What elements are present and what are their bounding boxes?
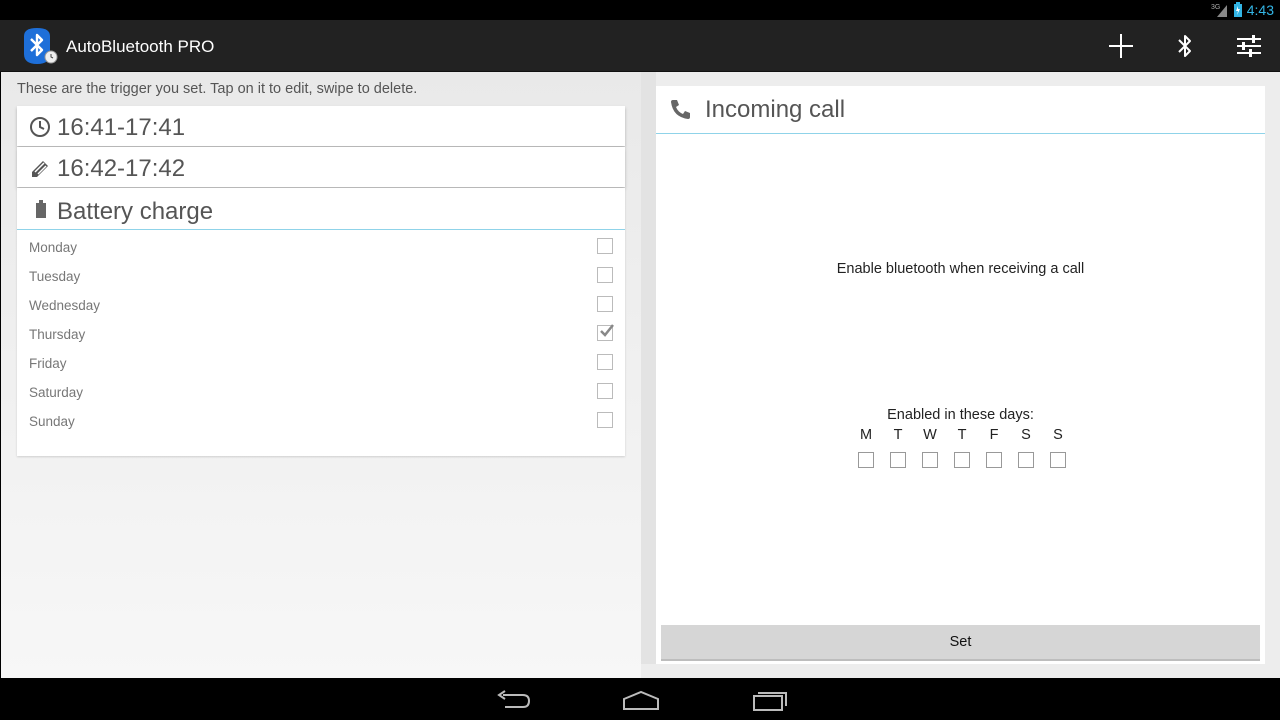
navigation-bar xyxy=(0,678,1280,720)
weekday-checkbox-tuesday[interactable] xyxy=(890,452,906,468)
signal-icon: 3G xyxy=(1211,4,1227,17)
battery-trigger-card[interactable]: Battery charge Monday Tuesday Wednesday … xyxy=(17,188,625,456)
add-icon xyxy=(1109,34,1133,58)
trigger-label: 16:41-17:41 xyxy=(57,114,186,141)
bluetooth-button[interactable] xyxy=(1169,30,1201,62)
battery-trigger-title: Battery charge xyxy=(57,198,214,225)
day-label: Monday xyxy=(29,240,78,255)
day-row-monday: Monday xyxy=(17,235,625,264)
weekday-checkbox-wednesday[interactable] xyxy=(922,452,938,468)
day-row-tuesday: Tuesday xyxy=(17,264,625,293)
day-row-friday: Friday xyxy=(17,351,625,380)
battery-icon xyxy=(36,200,46,218)
content: These are the trigger you set. Tap on it… xyxy=(1,72,1280,678)
day-checkbox[interactable] xyxy=(597,354,613,370)
enabled-days-label: Enabled in these days: xyxy=(887,407,1034,423)
day-checkbox[interactable] xyxy=(597,296,613,312)
day-checkbox[interactable] xyxy=(597,383,613,399)
back-icon[interactable] xyxy=(493,688,533,712)
trigger-detail-header: Incoming call xyxy=(656,86,1265,134)
weekday-letter: M xyxy=(859,427,873,443)
day-label: Sunday xyxy=(29,414,75,429)
day-row-thursday: Thursday xyxy=(17,322,625,351)
set-button[interactable]: Set xyxy=(661,625,1260,661)
trigger-list-pane: These are the trigger you set. Tap on it… xyxy=(1,72,641,678)
trigger-row-edit[interactable]: 16:42-17:42 xyxy=(17,147,625,187)
clock-icon xyxy=(30,117,50,137)
status-bar: 3G 4:43 xyxy=(0,0,1280,20)
pane-divider xyxy=(641,72,656,664)
weekday-letter: T xyxy=(893,427,903,443)
status-icons: 3G 4:43 xyxy=(1211,0,1274,20)
status-time: 4:43 xyxy=(1246,2,1274,18)
checkmark-icon xyxy=(600,324,614,337)
app-logo-icon[interactable] xyxy=(20,26,60,66)
trigger-detail-pane: Incoming call Enable bluetooth when rece… xyxy=(656,86,1265,664)
day-checkbox[interactable] xyxy=(597,238,613,254)
weekday-checkbox-thursday[interactable] xyxy=(954,452,970,468)
day-label: Tuesday xyxy=(29,269,81,284)
day-label: Saturday xyxy=(29,385,84,400)
weekday-letter: F xyxy=(989,427,999,443)
recent-apps-icon[interactable] xyxy=(749,688,789,712)
day-row-wednesday: Wednesday xyxy=(17,293,625,322)
trigger-row-time[interactable]: 16:41-17:41 xyxy=(17,106,625,146)
trigger-list-hint: These are the trigger you set. Tap on it… xyxy=(17,81,418,97)
weekday-checkbox-saturday[interactable] xyxy=(1018,452,1034,468)
battery-trigger-header: Battery charge xyxy=(17,188,625,230)
battery-status-icon xyxy=(1233,2,1242,17)
weekday-letter: W xyxy=(923,427,937,443)
weekday-checkbox-monday[interactable] xyxy=(858,452,874,468)
weekday-checkbox-friday[interactable] xyxy=(986,452,1002,468)
phone-icon xyxy=(671,100,690,119)
day-checkbox[interactable] xyxy=(597,267,613,283)
day-checkbox-checked[interactable] xyxy=(597,324,614,341)
weekday-letter: S xyxy=(1053,427,1063,443)
weekday-letter: S xyxy=(1021,427,1031,443)
action-bar: AutoBluetooth PRO xyxy=(0,20,1280,72)
home-icon[interactable] xyxy=(621,688,661,712)
day-label: Wednesday xyxy=(29,298,101,313)
add-button[interactable] xyxy=(1105,30,1137,62)
settings-sliders-icon xyxy=(1237,35,1261,57)
weekday-letter: T xyxy=(957,427,967,443)
day-row-saturday: Saturday xyxy=(17,380,625,409)
bluetooth-icon xyxy=(1178,35,1191,57)
app-title: AutoBluetooth PRO xyxy=(66,37,215,56)
day-label: Friday xyxy=(29,356,67,371)
trigger-label: 16:42-17:42 xyxy=(57,155,186,182)
pencil-icon xyxy=(32,161,48,177)
day-label: Thursday xyxy=(29,327,86,342)
settings-button[interactable] xyxy=(1233,30,1265,62)
trigger-detail-title: Incoming call xyxy=(705,96,846,123)
day-checkbox[interactable] xyxy=(597,412,613,428)
day-row-sunday: Sunday xyxy=(17,409,625,438)
svg-text:3G: 3G xyxy=(1211,4,1220,11)
trigger-description: Enable bluetooth when receiving a call xyxy=(836,261,1085,277)
weekday-checkbox-sunday[interactable] xyxy=(1050,452,1066,468)
